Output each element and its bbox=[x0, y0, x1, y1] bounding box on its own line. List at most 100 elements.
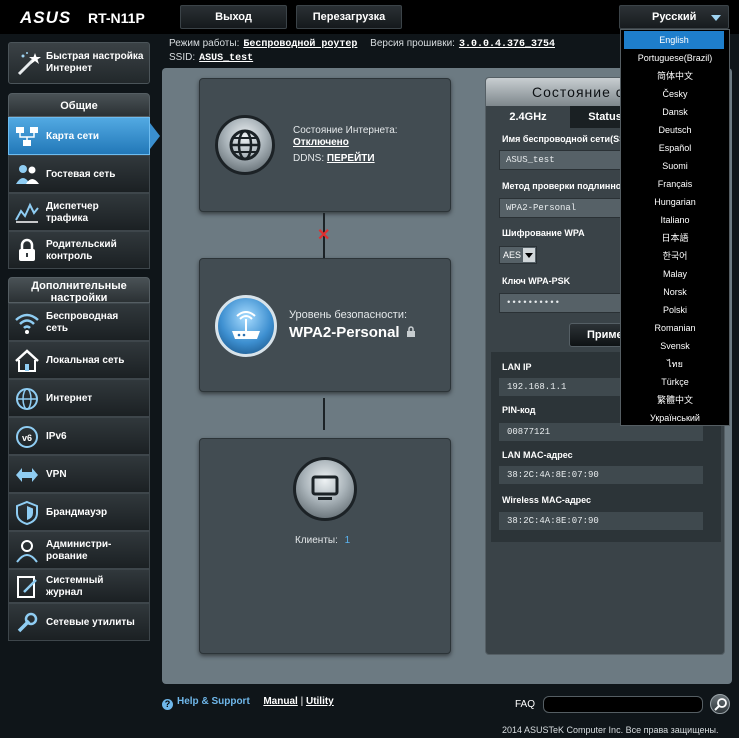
sidebar-item-label: Диспетчер bbox=[46, 201, 99, 212]
search-icon bbox=[714, 698, 727, 711]
admin-user-icon bbox=[16, 540, 38, 563]
mode-link[interactable]: Беспроводной роутер bbox=[243, 39, 357, 50]
sidebar-item-label: Локальная сеть bbox=[46, 355, 125, 366]
vpn-icon bbox=[16, 468, 38, 482]
chevron-down-icon bbox=[711, 15, 721, 21]
sidebar-item-network-tools[interactable]: Сетевые утилиты bbox=[8, 603, 150, 641]
language-option[interactable]: English bbox=[624, 31, 724, 49]
ssid-field-label: Имя беспроводной сети(SS bbox=[502, 134, 626, 144]
language-option[interactable]: Norsk bbox=[621, 283, 729, 301]
clients-line: Клиенты: 1 bbox=[295, 535, 350, 546]
operation-mode-line: Режим работы: Беспроводной роутер Версия … bbox=[169, 38, 565, 50]
sidebar-item-parental-control[interactable]: Родительский контроль bbox=[8, 231, 150, 269]
sidebar-item-wireless[interactable]: Беспроводная сеть bbox=[8, 303, 150, 341]
sidebar-item-lan[interactable]: Локальная сеть bbox=[8, 341, 150, 379]
language-option[interactable]: Svensk bbox=[621, 337, 729, 355]
router-status-icon[interactable] bbox=[215, 295, 277, 357]
language-option[interactable]: Česky bbox=[621, 85, 729, 103]
reboot-button[interactable]: Перезагрузка bbox=[296, 5, 402, 29]
language-option[interactable]: Dansk bbox=[621, 103, 729, 121]
tab-2-4ghz[interactable]: 2.4GHz bbox=[486, 106, 570, 128]
language-option[interactable]: Portuguese(Brazil) bbox=[621, 49, 729, 67]
wpa-psk-label: Ключ WPA-PSK bbox=[502, 276, 571, 286]
sidebar-item-administration[interactable]: Администри- рование bbox=[8, 531, 150, 569]
language-option[interactable]: Español bbox=[621, 139, 729, 157]
language-option[interactable]: Malay bbox=[621, 265, 729, 283]
magic-wand-icon bbox=[17, 52, 41, 76]
security-level-text: WPA2-Personal bbox=[289, 324, 400, 341]
internet-status-box[interactable]: Состояние Интернета: Отключено DDNS: ПЕР… bbox=[199, 78, 451, 212]
manual-link[interactable]: Manual bbox=[263, 696, 297, 707]
sidebar-item-guest-network[interactable]: Гостевая сеть bbox=[8, 155, 150, 193]
language-option[interactable]: Romanian bbox=[621, 319, 729, 337]
sidebar-item-traffic-manager[interactable]: Диспетчер трафика bbox=[8, 193, 150, 231]
language-option[interactable]: Türkçe bbox=[621, 373, 729, 391]
clients-count[interactable]: 1 bbox=[345, 535, 351, 546]
language-option[interactable]: 简体中文 bbox=[621, 67, 729, 85]
sidebar-item-vpn[interactable]: VPN bbox=[8, 455, 150, 493]
clients-status-icon[interactable] bbox=[293, 457, 357, 521]
globe-status-icon[interactable] bbox=[215, 115, 275, 175]
sidebar-item-label: VPN bbox=[46, 469, 67, 480]
globe-icon bbox=[229, 129, 261, 161]
copyright-text: 2014 ASUSTeK Computer Inc. Все права защ… bbox=[502, 725, 719, 735]
lock-icon bbox=[19, 238, 35, 261]
faq-label: FAQ bbox=[515, 699, 536, 710]
security-label: Уровень безопасности: bbox=[289, 309, 408, 321]
footer-links: Help & Support Manual | Utility bbox=[177, 696, 334, 707]
active-indicator bbox=[150, 123, 160, 149]
advanced-header-line1: Дополнительные bbox=[31, 280, 127, 292]
language-option[interactable]: Polski bbox=[621, 301, 729, 319]
language-dropdown-list: English Portuguese(Brazil) 简体中文 Česky Dansk D… bbox=[620, 29, 730, 426]
wpa-encryption-select[interactable]: AES bbox=[499, 246, 537, 264]
sidebar-item-network-map[interactable]: Карта сети bbox=[8, 117, 150, 155]
sidebar-item-sublabel: журнал bbox=[46, 587, 83, 598]
logout-button[interactable]: Выход bbox=[180, 5, 287, 29]
sidebar-item-ipv6[interactable]: v6 IPv6 bbox=[8, 417, 150, 455]
internet-status-label: Состояние Интернета: bbox=[293, 125, 398, 136]
ddns-go-link[interactable]: ПЕРЕЙТИ bbox=[327, 153, 375, 164]
traffic-chart-icon bbox=[15, 202, 39, 223]
model-name: RT-N11P bbox=[88, 10, 145, 26]
sidebar-item-label: Брандмауэр bbox=[46, 507, 108, 518]
language-select[interactable]: Русский bbox=[619, 5, 729, 29]
advanced-section-header: Дополнительные настройки bbox=[8, 277, 150, 304]
router-security-box[interactable]: Уровень безопасности: WPA2-Personal bbox=[199, 258, 451, 392]
utility-link[interactable]: Utility bbox=[306, 696, 334, 707]
language-option[interactable]: ไทย bbox=[621, 355, 729, 373]
language-option[interactable]: Italiano bbox=[621, 211, 729, 229]
sidebar-item-sublabel: трафика bbox=[46, 213, 89, 224]
help-support-label: Help & Support bbox=[177, 696, 250, 707]
internet-status-link[interactable]: Отключено bbox=[293, 137, 349, 148]
sidebar-item-internet[interactable]: Интернет bbox=[8, 379, 150, 417]
sidebar-item-firewall[interactable]: Брандмауэр bbox=[8, 493, 150, 531]
quick-setup-button[interactable]: Быстрая настройка Интернет bbox=[8, 42, 150, 84]
language-option[interactable]: Deutsch bbox=[621, 121, 729, 139]
firmware-label: Версия прошивки: bbox=[370, 38, 455, 49]
firmware-link[interactable]: 3.0.0.4.376_3754 bbox=[459, 39, 555, 50]
clients-box[interactable]: Клиенты: 1 bbox=[199, 438, 451, 654]
language-option[interactable]: 한국어 bbox=[621, 247, 729, 265]
ddns-label: DDNS: bbox=[293, 153, 325, 164]
language-option[interactable]: Hungarian bbox=[621, 193, 729, 211]
language-option[interactable]: Український bbox=[621, 409, 729, 427]
language-option[interactable]: Suomi bbox=[621, 157, 729, 175]
sidebar-item-label: Карта сети bbox=[46, 131, 100, 142]
quick-setup-sublabel: Интернет bbox=[46, 63, 93, 74]
help-icon: ? bbox=[162, 699, 173, 710]
language-option[interactable]: 繁體中文 bbox=[621, 391, 729, 409]
ssid-link[interactable]: ASUS_test bbox=[199, 53, 253, 64]
guests-icon bbox=[16, 165, 39, 184]
auth-method-label: Метод проверки подлинно bbox=[502, 181, 622, 191]
sidebar-item-system-log[interactable]: Системный журнал bbox=[8, 569, 150, 603]
mode-label: Режим работы: bbox=[169, 38, 240, 49]
language-option[interactable]: Français bbox=[621, 175, 729, 193]
language-option[interactable]: 日本語 bbox=[621, 229, 729, 247]
sidebar-item-label: Сетевые утилиты bbox=[46, 617, 135, 628]
wpa-encryption-value: AES bbox=[503, 250, 522, 260]
faq-search-input[interactable] bbox=[543, 696, 703, 713]
faq-search-button[interactable] bbox=[710, 694, 730, 714]
globe-icon bbox=[16, 388, 38, 410]
language-selected: Русский bbox=[652, 11, 697, 23]
wpa-encryption-label: Шифрование WPA bbox=[502, 228, 585, 238]
